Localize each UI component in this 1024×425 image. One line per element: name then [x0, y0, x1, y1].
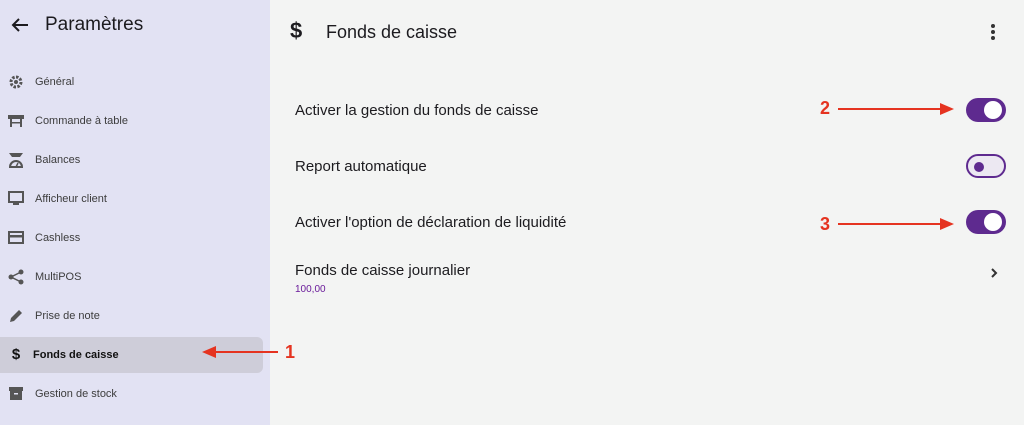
- sidebar-header: Paramètres: [0, 0, 270, 52]
- sidebar-item-label: Commande à table: [35, 114, 128, 127]
- scale-icon: [6, 150, 26, 170]
- back-button[interactable]: [8, 12, 32, 38]
- setting-label: Activer la gestion du fonds de caisse: [295, 102, 539, 119]
- main-panel: $ Fonds de caisse Activer la gestion du …: [270, 0, 1024, 425]
- setting-daily-cash-fund[interactable]: Fonds de caisse journalier 100,00: [270, 262, 1024, 302]
- arrow-left-icon: [11, 18, 28, 32]
- credit-card-icon: [6, 228, 26, 248]
- liquidity-declaration-toggle[interactable]: [966, 210, 1006, 234]
- annotation-number-1: 1: [285, 342, 296, 362]
- auto-report-toggle[interactable]: [966, 154, 1006, 178]
- sidebar-item-gestion-de-stock[interactable]: Gestion de stock: [0, 374, 270, 413]
- sidebar-item-label: Gestion de stock: [35, 387, 117, 400]
- annotation-arrow-1: [202, 346, 278, 358]
- page-title: Fonds de caisse: [326, 22, 458, 42]
- sidebar-item-general[interactable]: Général: [0, 62, 270, 101]
- cash-fund-management-toggle[interactable]: [966, 98, 1006, 122]
- sidebar-item-cashless[interactable]: Cashless: [0, 218, 270, 257]
- more-vert-icon: [991, 24, 995, 28]
- sidebar: Paramètres Général Commande à table Bala…: [0, 0, 270, 425]
- sidebar-item-label: Cashless: [35, 231, 81, 244]
- setting-label: Report automatique: [295, 158, 427, 175]
- gear-icon: [6, 72, 26, 92]
- sidebar-item-multipos[interactable]: MultiPOS: [0, 257, 270, 296]
- setting-value: 100,00: [295, 284, 326, 295]
- page-header: $ Fonds de caisse: [270, 0, 1024, 62]
- setting-auto-report[interactable]: Report automatique: [270, 148, 1024, 188]
- sidebar-item-afficheur-client[interactable]: Afficheur client: [0, 179, 270, 218]
- dollar-icon: $: [11, 346, 21, 363]
- sidebar-item-prise-de-note[interactable]: Prise de note: [0, 296, 270, 335]
- sidebar-item-label: Général: [35, 75, 75, 88]
- annotation-arrow-3: [838, 218, 954, 230]
- table-icon: [6, 111, 26, 131]
- chevron-right-icon: [989, 266, 999, 284]
- annotation-number-3: 3: [820, 214, 831, 234]
- setting-label: Fonds de caisse journalier: [295, 262, 471, 279]
- setting-label: Activer l'option de déclaration de liqui…: [295, 214, 567, 231]
- archive-icon: [6, 384, 26, 404]
- sidebar-item-label: Fonds de caisse: [33, 348, 119, 361]
- sidebar-item-label: Balances: [35, 153, 81, 166]
- annotation-number-2: 2: [820, 98, 831, 118]
- share-icon: [6, 267, 26, 287]
- dollar-icon: $: [290, 18, 303, 43]
- annotation-arrow-2: [838, 103, 954, 115]
- more-options-button[interactable]: [986, 22, 1000, 42]
- sidebar-item-label: MultiPOS: [35, 270, 82, 283]
- sidebar-item-label: Prise de note: [35, 309, 100, 322]
- sidebar-item-commande-a-table[interactable]: Commande à table: [0, 101, 270, 140]
- monitor-icon: [6, 189, 26, 209]
- sidebar-item-label: Afficheur client: [35, 192, 107, 205]
- pencil-icon: [6, 306, 26, 326]
- sidebar-item-balances[interactable]: Balances: [0, 140, 270, 179]
- sidebar-title: Paramètres: [45, 14, 144, 35]
- settings-nav: Général Commande à table Balances Affich…: [0, 62, 270, 413]
